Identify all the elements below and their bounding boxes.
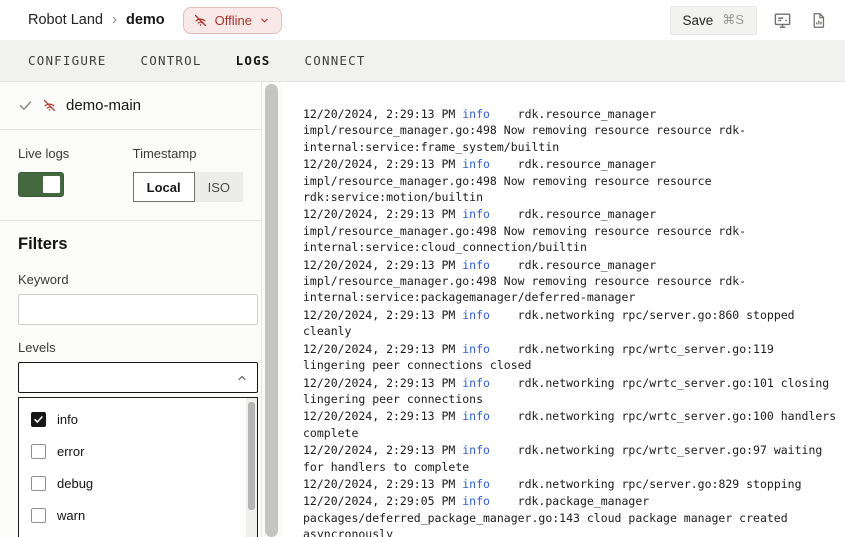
wifi-off-icon: [42, 98, 57, 113]
log-timestamp: 12/20/2024, 2:29:13 PM: [303, 308, 462, 322]
warn-checkbox[interactable]: [31, 508, 46, 523]
log-level-badge: info: [462, 342, 490, 356]
timestamp-iso-button[interactable]: ISO: [195, 172, 243, 202]
log-timestamp: 12/20/2024, 2:29:13 PM: [303, 207, 462, 221]
dropdown-scrollbar-thumb[interactable]: [248, 402, 255, 510]
log-level-badge: info: [462, 409, 490, 423]
log-timestamp: 12/20/2024, 2:29:13 PM: [303, 342, 462, 356]
breadcrumb: Robot Land › demo: [28, 12, 165, 28]
tab-bar: CONFIGURE CONTROL LOGS CONNECT: [0, 40, 845, 82]
timestamp-segmented-control: Local ISO: [133, 172, 243, 202]
log-entry: 12/20/2024, 2:29:13 PM info rdk.networki…: [303, 476, 839, 492]
tab-logs[interactable]: LOGS: [236, 53, 271, 68]
log-entry: 12/20/2024, 2:29:13 PM info rdk.resource…: [303, 106, 839, 155]
levels-label: Levels: [18, 340, 243, 355]
breadcrumb-machine: demo: [126, 12, 165, 28]
log-entry: 12/20/2024, 2:29:13 PM info rdk.resource…: [303, 257, 839, 306]
log-timestamp: 12/20/2024, 2:29:13 PM: [303, 157, 462, 171]
tab-control[interactable]: CONTROL: [141, 53, 202, 68]
save-button[interactable]: Save ⌘S: [670, 6, 757, 35]
header-actions: Save ⌘S: [670, 6, 829, 35]
filters-title: Filters: [18, 235, 243, 254]
levels-combobox[interactable]: [18, 362, 258, 393]
part-name: demo-main: [66, 97, 141, 114]
level-option-label: warn: [57, 508, 85, 523]
file-chart-icon-button[interactable]: [808, 10, 829, 31]
dropdown-scrollbar[interactable]: [246, 398, 257, 537]
log-entry: 12/20/2024, 2:29:13 PM info rdk.resource…: [303, 206, 839, 255]
log-message: rdk.networking rpc/server.go:829 stoppin…: [518, 477, 802, 491]
log-level-badge: info: [462, 258, 490, 272]
log-entry: 12/20/2024, 2:29:13 PM info rdk.networki…: [303, 341, 839, 374]
log-timestamp: 12/20/2024, 2:29:05 PM: [303, 494, 462, 508]
log-level-badge: info: [462, 308, 490, 322]
breadcrumb-org[interactable]: Robot Land: [28, 12, 103, 28]
log-timestamp: 12/20/2024, 2:29:13 PM: [303, 258, 462, 272]
log-entry: 12/20/2024, 2:29:13 PM info rdk.resource…: [303, 156, 839, 205]
monitor-icon-button[interactable]: [771, 9, 794, 32]
log-level-badge: info: [462, 494, 490, 508]
log-controls: Live logs Timestamp Local ISO: [0, 130, 261, 221]
file-chart-icon: [810, 17, 827, 32]
app-window: Robot Land › demo Offline Save ⌘S: [0, 0, 845, 537]
content-area: demo-main Live logs Timestamp Local ISO …: [0, 82, 845, 537]
save-shortcut: ⌘S: [722, 12, 744, 28]
log-entry: 12/20/2024, 2:29:13 PM info rdk.networki…: [303, 442, 839, 475]
timestamp-label: Timestamp: [133, 146, 243, 161]
log-level-badge: info: [462, 157, 490, 171]
toggle-knob: [43, 176, 60, 193]
top-header: Robot Land › demo Offline Save ⌘S: [0, 0, 845, 40]
log-entry: 12/20/2024, 2:29:13 PM info rdk.networki…: [303, 307, 839, 340]
log-level-badge: info: [462, 376, 490, 390]
log-timestamp: 12/20/2024, 2:29:13 PM: [303, 376, 462, 390]
log-timestamp: 12/20/2024, 2:29:13 PM: [303, 107, 462, 121]
sidebar: demo-main Live logs Timestamp Local ISO …: [0, 82, 262, 537]
tab-configure[interactable]: CONFIGURE: [28, 53, 107, 68]
level-option-label: error: [57, 444, 84, 459]
chevron-down-icon: [259, 15, 270, 26]
error-checkbox[interactable]: [31, 444, 46, 459]
timestamp-local-button[interactable]: Local: [133, 172, 195, 202]
log-timestamp: 12/20/2024, 2:29:13 PM: [303, 477, 462, 491]
filters-section: Filters Keyword Levels info error debug war…: [0, 221, 261, 537]
log-panel: 12/20/2024, 2:29:13 PM info rdk.resource…: [282, 82, 845, 537]
level-option-warn[interactable]: warn: [19, 499, 257, 531]
save-button-label: Save: [683, 13, 714, 28]
level-option-debug[interactable]: debug: [19, 467, 257, 499]
level-option-error[interactable]: error: [19, 435, 257, 467]
info-checkbox[interactable]: [31, 412, 46, 427]
part-row-demo-main[interactable]: demo-main: [0, 82, 261, 130]
tab-connect[interactable]: CONNECT: [305, 53, 366, 68]
log-timestamp: 12/20/2024, 2:29:13 PM: [303, 443, 462, 457]
sidebar-scrollbar-thumb[interactable]: [265, 84, 278, 537]
log-level-badge: info: [462, 207, 490, 221]
check-icon: [18, 98, 33, 113]
sidebar-scrollbar[interactable]: [262, 82, 282, 537]
log-timestamp: 12/20/2024, 2:29:13 PM: [303, 409, 462, 423]
log-level-badge: info: [462, 477, 490, 491]
wifi-off-icon: [193, 13, 208, 28]
log-level-badge: info: [462, 107, 490, 121]
status-badge-label: Offline: [215, 13, 252, 28]
chevron-up-icon: [236, 372, 248, 384]
live-logs-toggle[interactable]: [18, 172, 64, 197]
levels-dropdown: info error debug warn: [18, 397, 258, 537]
level-option-label: info: [57, 412, 78, 427]
breadcrumb-separator-icon: ›: [112, 12, 117, 27]
log-level-badge: info: [462, 443, 490, 457]
debug-checkbox[interactable]: [31, 476, 46, 491]
live-logs-label: Live logs: [18, 146, 133, 161]
log-entry: 12/20/2024, 2:29:05 PM info rdk.package_…: [303, 493, 839, 537]
level-option-label: debug: [57, 476, 93, 491]
machine-status-dropdown[interactable]: Offline: [183, 7, 282, 34]
level-option-info[interactable]: info: [19, 403, 257, 435]
keyword-label: Keyword: [18, 272, 243, 287]
monitor-icon: [773, 18, 792, 33]
keyword-input[interactable]: [18, 294, 258, 325]
log-entry: 12/20/2024, 2:29:13 PM info rdk.networki…: [303, 408, 839, 441]
log-entry: 12/20/2024, 2:29:13 PM info rdk.networki…: [303, 375, 839, 408]
